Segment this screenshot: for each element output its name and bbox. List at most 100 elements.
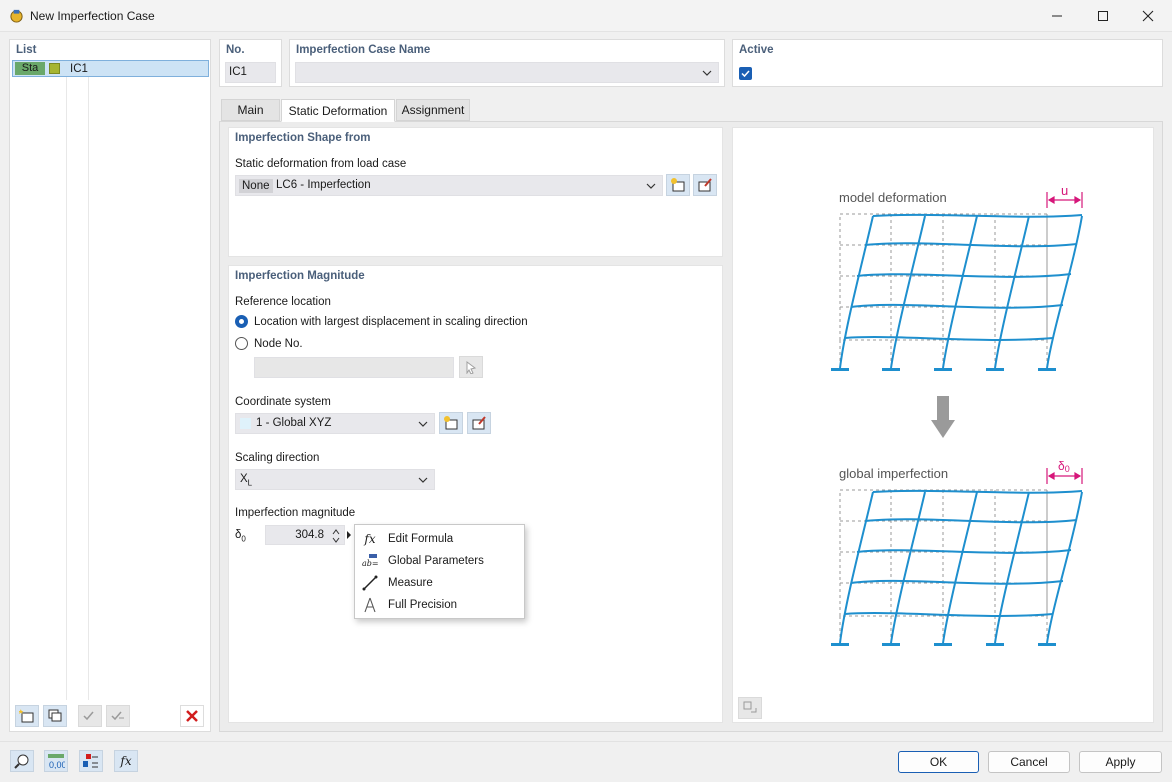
formula-button[interactable]: fx — [114, 750, 138, 772]
pick-node-button[interactable] — [459, 356, 483, 378]
top-dimension-label: u — [1061, 183, 1068, 198]
name-combobox[interactable] — [295, 62, 719, 83]
diagram-options-button[interactable] — [738, 697, 762, 719]
magnitude-section: Imperfection Magnitude Reference locatio… — [228, 265, 723, 723]
number-label: No. — [226, 44, 245, 56]
list-item-tag: Sta — [15, 62, 45, 75]
shape-header: Imperfection Shape from — [235, 132, 371, 144]
cancel-button[interactable]: Cancel — [988, 751, 1070, 773]
color-swatch-icon — [49, 63, 60, 74]
radio-node-no-label: Node No. — [254, 338, 303, 350]
new-load-case-button[interactable] — [666, 174, 690, 196]
units-button[interactable]: 0,00 — [44, 750, 68, 772]
top-diagram-label: model deformation — [839, 190, 947, 205]
list-item-name: IC1 — [70, 63, 88, 75]
new-coordinate-system-button[interactable] — [439, 412, 463, 434]
svg-text:ab=: ab= — [362, 559, 378, 568]
load-case-value: LC6 - Imperfection — [276, 179, 371, 191]
context-menu: fx Edit Formula ab= Global Parameters Me… — [354, 524, 525, 619]
apply-button[interactable]: Apply — [1079, 751, 1162, 773]
scaling-direction-combobox[interactable]: XL — [235, 469, 435, 490]
chevron-down-icon — [418, 421, 428, 427]
title-bar: New Imperfection Case — [0, 0, 1172, 32]
bottom-dimension-label: δ0 — [1058, 459, 1070, 474]
magnitude-label: Imperfection magnitude — [235, 507, 356, 519]
tab-assignment[interactable]: Assignment — [396, 99, 470, 121]
tab-main[interactable]: Main — [221, 99, 280, 121]
delete-button[interactable] — [180, 705, 204, 727]
display-icon — [83, 754, 98, 768]
menu-item-label: Full Precision — [388, 599, 458, 611]
global-imperfection-frame: δ0 — [831, 459, 1083, 646]
app-icon — [10, 9, 23, 23]
footer: 0,00 fx OK Cancel Apply — [0, 741, 1172, 782]
check-all-button[interactable] — [78, 705, 102, 727]
minimize-icon[interactable] — [1034, 0, 1080, 31]
scaling-direction-value: XL — [240, 473, 253, 488]
magnitude-input[interactable]: 304.8 — [265, 525, 345, 545]
active-label: Active — [739, 44, 774, 56]
pick-icon — [466, 361, 477, 374]
load-case-combobox[interactable]: None LC6 - Imperfection — [235, 175, 663, 196]
arrow-right-icon[interactable] — [346, 531, 352, 539]
magnitude-value: 304.8 — [295, 529, 324, 541]
reference-label: Reference location — [235, 296, 331, 308]
coordinate-system-combobox[interactable]: 1 - Global XYZ — [235, 413, 435, 434]
maximize-icon[interactable] — [1080, 0, 1126, 31]
search-help-icon — [14, 754, 29, 769]
radio-largest-displacement[interactable] — [235, 315, 248, 328]
window-title: New Imperfection Case — [30, 9, 155, 23]
diagram-panel: model deformation u global imperfection … — [732, 127, 1154, 723]
close-icon[interactable] — [1125, 0, 1171, 31]
fx-icon: fx — [364, 532, 376, 546]
tab-static-deformation[interactable]: Static Deformation — [281, 99, 395, 122]
active-panel: Active — [732, 39, 1163, 87]
name-panel: Imperfection Case Name — [289, 39, 725, 87]
menu-item-label: Global Parameters — [388, 555, 484, 567]
ok-button[interactable]: OK — [898, 751, 979, 773]
magnitude-symbol: δ0 — [235, 529, 246, 544]
units-icon: 0,00 — [48, 754, 65, 769]
shape-section: Imperfection Shape from Static deformati… — [228, 127, 723, 257]
number-panel: No. IC1 — [219, 39, 282, 87]
radio-node-no[interactable] — [235, 337, 248, 350]
edit-load-case-button[interactable] — [693, 174, 717, 196]
edit-coordinate-system-button[interactable] — [467, 412, 491, 434]
svg-text:0,00: 0,00 — [49, 760, 65, 769]
menu-item-edit-formula[interactable]: fx Edit Formula — [355, 528, 523, 550]
name-label: Imperfection Case Name — [296, 44, 431, 56]
uncheck-all-button[interactable] — [106, 705, 130, 727]
menu-item-measure[interactable]: Measure — [355, 572, 523, 594]
chevron-down-icon — [646, 183, 656, 189]
list-divider — [66, 60, 67, 700]
model-deformation-frame: u — [831, 183, 1083, 371]
diagram-swap-icon — [743, 701, 757, 713]
precision-icon — [355, 597, 385, 613]
node-number-field[interactable] — [254, 357, 454, 378]
chevron-down-icon — [418, 477, 428, 483]
coordinate-system-value: 1 - Global XYZ — [256, 417, 332, 429]
radio-largest-displacement-label: Location with largest displacement in sc… — [254, 316, 528, 328]
ab-parameters-icon: ab= — [355, 553, 385, 569]
help-button[interactable] — [10, 750, 34, 772]
measure-icon — [355, 575, 385, 591]
menu-item-label: Measure — [388, 577, 433, 589]
new-item-button[interactable] — [15, 705, 39, 727]
magnitude-header: Imperfection Magnitude — [235, 270, 365, 282]
coordinate-system-label: Coordinate system — [235, 396, 331, 408]
display-properties-button[interactable] — [79, 750, 103, 772]
spinner-icon[interactable] — [332, 528, 340, 544]
menu-item-label: Edit Formula — [388, 533, 454, 545]
shape-label: Static deformation from load case — [235, 158, 407, 170]
list-item[interactable]: Sta IC1 — [12, 60, 209, 77]
menu-item-global-parameters[interactable]: ab= Global Parameters — [355, 550, 523, 572]
active-checkbox[interactable] — [739, 67, 752, 80]
scaling-direction-label: Scaling direction — [235, 452, 320, 464]
load-case-badge: None — [239, 179, 273, 193]
list-divider — [88, 60, 89, 700]
copy-item-button[interactable] — [43, 705, 67, 727]
number-field[interactable]: IC1 — [225, 62, 276, 83]
new-icon — [671, 178, 685, 192]
fx-icon: fx — [120, 754, 132, 768]
menu-item-full-precision[interactable]: Full Precision — [355, 594, 523, 616]
